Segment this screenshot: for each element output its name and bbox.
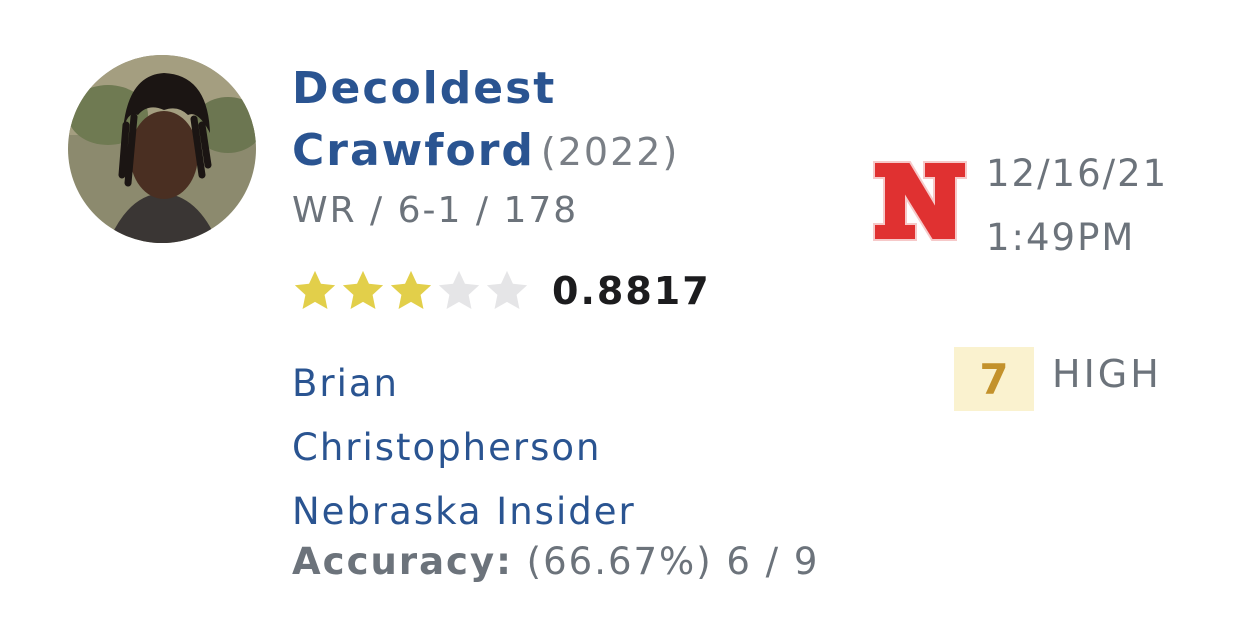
player-first-name[interactable]: Decoldest — [292, 63, 556, 114]
player-rating: 0.8817 — [552, 269, 711, 313]
player-avatar[interactable] — [68, 55, 256, 243]
confidence-label: HIGH — [1052, 352, 1162, 396]
confidence-badge: 7 — [954, 347, 1034, 411]
star-icon-filled — [390, 270, 432, 310]
nebraska-logo-icon — [873, 161, 967, 241]
star-icon-filled — [294, 270, 336, 310]
player-class-year: (2022) — [540, 130, 680, 174]
accuracy-value: (66.67%) 6 / 9 — [526, 540, 820, 583]
player-photo — [68, 55, 256, 243]
player-name[interactable]: Decoldest Crawford (2022) — [292, 58, 812, 183]
analyst-accuracy: Accuracy: (66.67%) 6 / 9 — [292, 540, 819, 583]
prediction-date: 12/16/21 — [986, 152, 1169, 195]
prediction-card: Decoldest Crawford (2022) WR / 6-1 / 178 0… — [0, 0, 1242, 632]
player-position-height-weight: WR / 6-1 / 178 — [292, 190, 579, 231]
star-rating: 0.8817 — [292, 268, 711, 314]
star-icon-empty — [438, 270, 480, 310]
player-last-name[interactable]: Crawford — [292, 125, 535, 176]
star-icon-empty — [486, 270, 528, 310]
star-icon-filled — [342, 270, 384, 310]
accuracy-label: Accuracy: — [292, 540, 513, 583]
analyst-last-name[interactable]: Christopherson — [292, 416, 636, 480]
prediction-timestamp: 12/16/21 1:49PM — [986, 142, 1168, 270]
prediction-time: 1:49PM — [986, 216, 1136, 259]
analyst-first-name[interactable]: Brian — [292, 352, 636, 416]
analyst-info[interactable]: Brian Christopherson Nebraska Insider — [292, 352, 636, 544]
analyst-role[interactable]: Nebraska Insider — [292, 480, 636, 544]
